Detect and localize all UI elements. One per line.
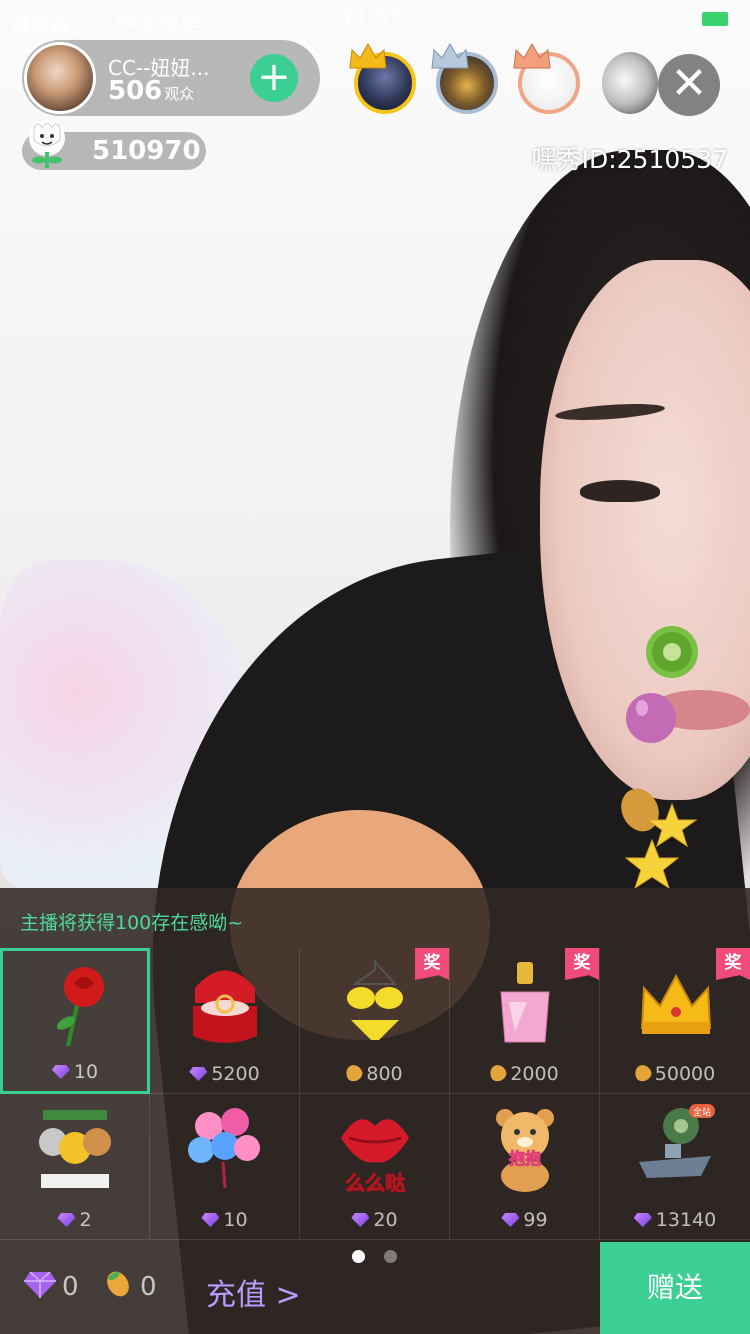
diamond-icon xyxy=(51,1065,70,1079)
diamond-icon xyxy=(501,1213,520,1227)
room-id: 嘿秀ID:2510537 xyxy=(531,145,728,174)
gift-medals[interactable]: 2 xyxy=(0,1094,150,1240)
status-bar: ●●●○○ 中国电信 ⌔ 11:53 xyxy=(0,0,750,40)
award-tag: 奖 xyxy=(565,948,599,980)
gift-price: 20 xyxy=(300,1209,449,1231)
gift-kiss-lips[interactable]: 么么哒 20 xyxy=(300,1094,450,1240)
bear-text: 抱抱 xyxy=(509,1149,541,1168)
bean-icon xyxy=(632,1062,654,1084)
gift-price: 2000 xyxy=(450,1062,599,1085)
diamond-icon xyxy=(633,1213,652,1227)
floating-balloon-icon xyxy=(626,693,676,743)
status-carrier: ●●●○○ 中国电信 ⌔ xyxy=(12,12,231,37)
ship-tag: 全站 xyxy=(693,1106,711,1118)
floating-ring-icon xyxy=(646,626,698,678)
gold-crown-icon xyxy=(349,42,387,69)
send-gift-button[interactable]: 赠送 xyxy=(600,1242,750,1334)
diamond-icon xyxy=(201,1213,220,1227)
diamond-balance: 0 xyxy=(62,1272,79,1302)
kiss-text: 么么哒 xyxy=(345,1171,406,1194)
gift-rose[interactable]: 10 xyxy=(0,948,150,1094)
heart-balloons-icon xyxy=(188,1108,260,1189)
gift-price: 10 xyxy=(3,1061,147,1083)
gift-warship[interactable]: 全站 13140 xyxy=(600,1094,750,1240)
bean-icon xyxy=(487,1062,509,1084)
gift-bikini[interactable]: 奖 800 xyxy=(300,948,450,1094)
gift-ring-box[interactable]: 5200 xyxy=(150,948,300,1094)
gift-price: 50000 xyxy=(600,1062,750,1085)
warship-icon: 全站 xyxy=(639,1104,715,1178)
flower-score[interactable]: 510970 xyxy=(22,120,206,170)
top-viewer-3[interactable] xyxy=(513,42,580,114)
medals-icon xyxy=(39,1110,111,1188)
hug-bear-icon: 抱抱 xyxy=(496,1109,554,1192)
bean-balance: 0 xyxy=(140,1272,157,1302)
status-time: 11:53 xyxy=(340,6,404,31)
gift-price: 99 xyxy=(450,1209,599,1231)
bronze-crown-icon xyxy=(513,42,551,69)
gift-grid: 10 5200 奖 800 奖 2000 奖 50000 2 10 么么哒 20… xyxy=(0,948,750,1240)
kiss-lips-icon: 么么哒 xyxy=(341,1119,409,1194)
follow-button[interactable]: + xyxy=(250,54,298,102)
close-button[interactable]: ✕ xyxy=(658,54,720,116)
gift-price: 13140 xyxy=(600,1209,750,1231)
viewer-label: 观众 xyxy=(164,85,195,103)
award-tag: 奖 xyxy=(415,948,449,980)
diamond-icon xyxy=(189,1067,208,1081)
diamond-icon xyxy=(351,1213,370,1227)
gift-price: 5200 xyxy=(150,1063,299,1085)
recharge-link[interactable]: 充值 > xyxy=(206,1270,301,1314)
perfume-icon xyxy=(500,962,550,1043)
host-avatar[interactable] xyxy=(24,42,96,114)
bean-icon xyxy=(343,1062,365,1084)
wallet-bar: 0 0 充值 > 赠送 xyxy=(0,1242,750,1334)
gift-hug-bear[interactable]: 抱抱 99 xyxy=(450,1094,600,1240)
diamond-balance-icon xyxy=(24,1272,56,1298)
gift-panel: 主播将获得100存在感呦~ 10 5200 奖 800 奖 2000 奖 500… xyxy=(0,888,750,1334)
top-viewer-2[interactable] xyxy=(431,42,498,114)
battery-icon xyxy=(702,12,728,26)
gift-price: 10 xyxy=(150,1209,299,1231)
eye xyxy=(580,480,660,502)
bikini-icon xyxy=(347,959,403,1040)
gift-perfume[interactable]: 奖 2000 xyxy=(450,948,600,1094)
host-info[interactable]: CC--妞妞... 506 观众 + xyxy=(22,40,320,116)
score-value: 510970 xyxy=(92,136,201,166)
panel-hint: 主播将获得100存在感呦~ xyxy=(20,912,244,934)
gift-crown[interactable]: 奖 50000 xyxy=(600,948,750,1094)
ring-box-icon xyxy=(193,970,257,1043)
floating-stars-icon xyxy=(621,788,698,890)
top-viewer-1[interactable] xyxy=(349,42,416,114)
top-viewer-4[interactable] xyxy=(602,52,658,114)
viewer-number: 506 xyxy=(108,76,163,106)
crown-icon xyxy=(640,973,712,1034)
gift-price: 800 xyxy=(300,1062,449,1085)
rose-icon xyxy=(56,967,104,1047)
silver-crown-icon xyxy=(431,42,469,69)
gift-price: 2 xyxy=(0,1209,149,1231)
flower-icon xyxy=(29,120,65,168)
gift-heart-balloons[interactable]: 10 xyxy=(150,1094,300,1240)
viewer-count: 506 观众 xyxy=(108,76,194,106)
bean-balance-icon xyxy=(107,1271,129,1297)
diamond-icon xyxy=(57,1213,76,1227)
